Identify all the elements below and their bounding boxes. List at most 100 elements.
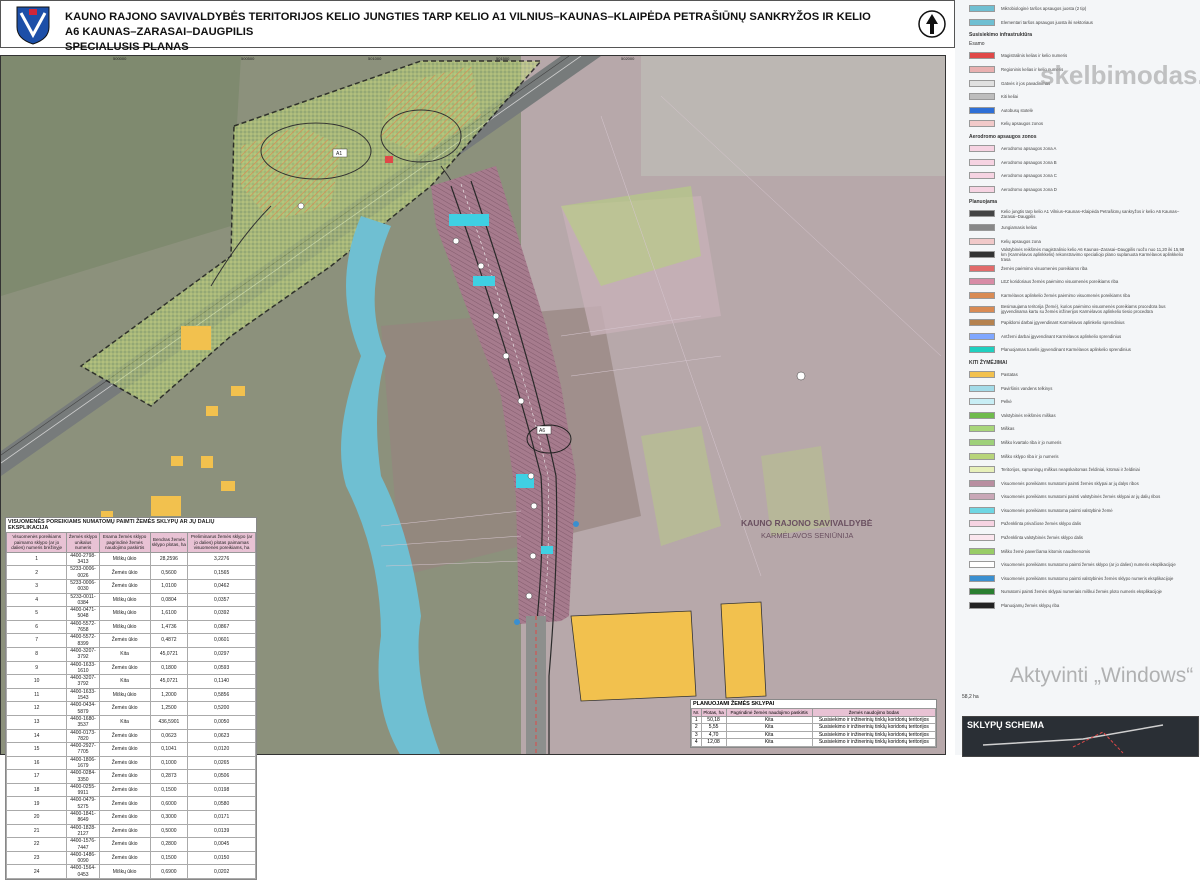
legend-swatch: [969, 561, 995, 569]
title-line-2: SPECIALUSIS PLANAS: [65, 41, 189, 53]
legend-label: Visuomenės poreikiams numatomi paimti va…: [1001, 494, 1161, 500]
table-cell: 0,5600: [149, 565, 189, 580]
table-cell: 0,6900: [149, 864, 189, 880]
legend-label: Kelių apsaugos zona: [1001, 238, 1041, 244]
table-cell: Kita: [725, 738, 813, 747]
table-cell: Miškų ūkio: [98, 864, 151, 880]
legend-item: Valstybinės reikšmės magistralinio kelio…: [955, 247, 1200, 262]
legend-label: Kiti keliai: [1001, 94, 1018, 100]
table2-header: Nr.: [691, 708, 702, 717]
table-cell: 15: [5, 742, 68, 757]
table-cell: 4400-2927-7705: [66, 742, 100, 757]
legend-swatch: [969, 172, 995, 180]
legend-swatch: [969, 185, 995, 193]
table-cell: 0,0357: [187, 592, 256, 608]
table-cell: 0,0462: [187, 578, 256, 594]
table-row: 6 4400-5572-7658 Miškų ūkio 1,4736 0,0867: [5, 619, 256, 635]
legend-swatch: [969, 18, 995, 26]
table-cell: 0,0580: [187, 796, 256, 812]
legend-swatch: [969, 534, 995, 542]
table-row: 1 50,18 Kita Susisiekimo ir inžinerinių tin…: [691, 715, 937, 725]
legend-label: Planuojamų žemės sklypų riba: [1001, 603, 1060, 609]
legend-item: Visuomenės poreikiams numatomi paimti va…: [955, 490, 1200, 504]
table-cell: 0,3000: [149, 810, 189, 825]
table-cell: 0,0804: [149, 592, 189, 608]
table-cell: Susisiekimo ir inžinerinių tinklų korido…: [811, 715, 937, 725]
table-cell: 8: [5, 646, 68, 662]
legend-section-title: Aerodromo apsaugos zonos: [969, 133, 1037, 140]
legend-swatch: [969, 438, 995, 446]
table-cell: 4400-1680-3537: [66, 714, 100, 730]
table-cell: 4: [691, 738, 702, 747]
table-cell: Susisiekimo ir inžinerinių tinklų korido…: [811, 730, 937, 740]
table-cell: 0,0198: [187, 782, 256, 798]
legend-item: Miško sklypo riba ir jo numeris: [955, 449, 1200, 463]
legend-swatch: [969, 145, 995, 153]
table-row: 9 4400-1633-1610 Žemės ūkio 0,1800 0,0593: [5, 660, 256, 676]
legend-item: Valstybinės reikšmės miškas: [955, 408, 1200, 422]
legend-swatch: [969, 425, 995, 433]
table-row: 24 4400-1564-0453 Miškų ūkio 0,6900 0,0202: [5, 864, 256, 880]
plots-schema-panel[interactable]: SKLYPŲ SCHEMA: [962, 716, 1199, 757]
table-cell: Žemės ūkio: [98, 823, 151, 839]
table-row: 19 4400-0479-5275 Žemės ūkio 0,6000 0,0580: [5, 796, 256, 812]
table-cell: 0,0171: [187, 810, 256, 825]
table-cell: 13: [5, 714, 68, 730]
schema-thumbnail: [982, 724, 1164, 754]
legend-swatch: [969, 237, 995, 245]
table-cell: 20: [5, 810, 68, 825]
legend-label: Miško kvartalo riba ir jo numeris: [1001, 439, 1062, 445]
legend-item: Aerodromo apsaugos zona A: [955, 142, 1200, 156]
legend-label: Pastatas: [1001, 371, 1018, 377]
legend-item: Pelkė: [955, 395, 1200, 409]
legend-item: Paženklinta privačiose žemės sklypo dali…: [955, 517, 1200, 531]
table-cell: Kita: [725, 715, 813, 725]
table-cell: Kita: [98, 674, 151, 689]
legend-swatch: [969, 93, 995, 101]
table-cell: 28,2596: [149, 551, 189, 567]
table-cell: 1,2500: [149, 701, 189, 716]
table-cell: 0,2873: [149, 769, 189, 784]
table-row: 3 5233-0006-0030 Žemės ūkio 1,0100 0,0462: [5, 578, 256, 594]
legend-item: Jungiamasis kelias: [955, 221, 1200, 235]
legend-swatch: [969, 79, 995, 87]
planned-plots-table: PLANUOJAMI ŽEMĖS SKLYPAI Nr. Plotas, ha …: [690, 699, 937, 748]
table-cell: 23: [5, 850, 68, 866]
legend-label: Pelkė: [1001, 399, 1012, 405]
legend-swatch: [969, 52, 995, 60]
table-cell: 0,2800: [149, 837, 189, 852]
legend-item: Žemės paėmimo visuomenės poreikiams riba: [955, 262, 1200, 276]
table-cell: 5233-0006-0030: [66, 578, 100, 594]
legend-swatch: [969, 346, 995, 354]
table-cell: 4400-1576-7447: [66, 837, 100, 852]
table-cell: Miškų ūkio: [98, 592, 151, 608]
table-cell: Susisiekimo ir inžinerinių tinklų korido…: [811, 738, 937, 747]
legend-group-planned: Kelio jungtis tarp kelio A1 Vilnius–Kaun…: [955, 207, 1200, 357]
table-cell: Susisiekimo ir inžinerinių tinklų korido…: [811, 723, 937, 732]
table-cell: 0,0297: [187, 646, 256, 662]
table-cell: 4400-1564-0453: [66, 864, 100, 880]
map-header: KAUNO RAJONO SAVIVALDYBĖS TERITORIJOS KE…: [0, 0, 955, 53]
legend-item: Paviršinis vandens telkinys: [955, 381, 1200, 395]
legend-swatch: [969, 251, 995, 259]
title-line-1: KAUNO RAJONO SAVIVALDYBĖS TERITORIJOS KE…: [65, 11, 871, 38]
table-cell: 10: [5, 674, 68, 689]
legend-label: Visuomenės poreikiams numatomo paimti va…: [1001, 575, 1174, 581]
legend-label: Paviršinis vandens telkinys: [1001, 385, 1053, 391]
legend-group-other: Pastatas Paviršinis vandens telkinys Pelkė…: [955, 368, 1200, 613]
legend-label: Numatomi paimti žemės sklypai numeriais …: [1001, 589, 1162, 595]
table1-header: Esama žemės sklypo pagrindinė žemės naud…: [98, 532, 151, 553]
legend-swatch: [969, 493, 995, 501]
table-row: 11 4400-1633-1543 Miškų ūkio 1,2000 0,5856: [5, 687, 256, 703]
legend-label: Mikrobiologinė taršos apsaugos juosta (2…: [1001, 6, 1087, 12]
table-cell: 19: [5, 796, 68, 812]
table-row: 8 4400-3207-3792 Kita 45,0721 0,0297: [5, 646, 256, 662]
table-cell: 4: [5, 592, 68, 608]
map-title: KAUNO RAJONO SAVIVALDYBĖS TERITORIJOS KE…: [65, 10, 885, 55]
legend-label: Kelio jungtis tarp kelio A1 Vilnius–Kaun…: [1001, 208, 1180, 219]
svg-text:501000: 501000: [368, 56, 382, 61]
table-cell: 4,70: [700, 730, 727, 740]
table-cell: 4400-1828-2127: [66, 823, 100, 839]
table-cell: 1: [5, 551, 68, 567]
table-row: 10 4400-3207-3792 Kita 45,0721 0,1140: [5, 674, 256, 689]
